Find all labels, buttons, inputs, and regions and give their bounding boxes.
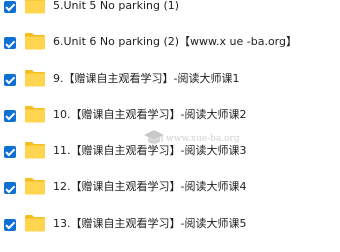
checkbox-checked-icon[interactable] [4,182,16,195]
file-row[interactable]: 13.【赠课自主观看学习】-阅读大师课5 [0,208,340,244]
file-row[interactable]: 9.【赠课自主观看学习】-阅读大师课1 [0,63,340,99]
file-name[interactable]: 6.Unit 6 No parking (2)【www.x ue -ba.org… [53,35,297,49]
folder-icon [24,104,46,124]
file-name[interactable]: 13.【赠课自主观看学习】-阅读大师课5 [53,217,246,231]
file-row[interactable]: 6.Unit 6 No parking (2)【www.x ue -ba.org… [0,26,340,62]
file-name[interactable]: 11.【赠课自主观看学习】-阅读大师课3 [53,144,246,158]
file-row[interactable]: 12.【赠课自主观看学习】-阅读大师课4 [0,171,340,207]
file-list: 5.Unit 5 No parking (1) 6.Unit 6 No park… [0,0,340,244]
folder-icon [24,31,46,51]
checkbox-checked-icon[interactable] [4,73,16,86]
folder-icon [24,68,46,88]
folder-icon [24,213,46,233]
file-name[interactable]: 10.【赠课自主观看学习】-阅读大师课2 [53,108,246,122]
file-name[interactable]: 5.Unit 5 No parking (1) [53,0,179,13]
checkbox-checked-icon[interactable] [4,109,16,122]
file-name[interactable]: 9.【赠课自主观看学习】-阅读大师课1 [53,72,239,86]
file-name[interactable]: 12.【赠课自主观看学习】-阅读大师课4 [53,180,246,194]
checkbox-checked-icon[interactable] [4,218,16,231]
file-row[interactable]: 11.【赠课自主观看学习】-阅读大师课3 [0,135,340,171]
checkbox-checked-icon[interactable] [4,146,16,159]
checkbox-checked-icon[interactable] [4,1,16,13]
folder-icon [24,0,46,15]
file-row[interactable]: 10.【赠课自主观看学习】-阅读大师课2 [0,99,340,135]
folder-icon [24,176,46,196]
folder-icon [24,140,46,160]
file-row[interactable]: 5.Unit 5 No parking (1) [0,0,340,26]
checkbox-checked-icon[interactable] [4,37,16,50]
